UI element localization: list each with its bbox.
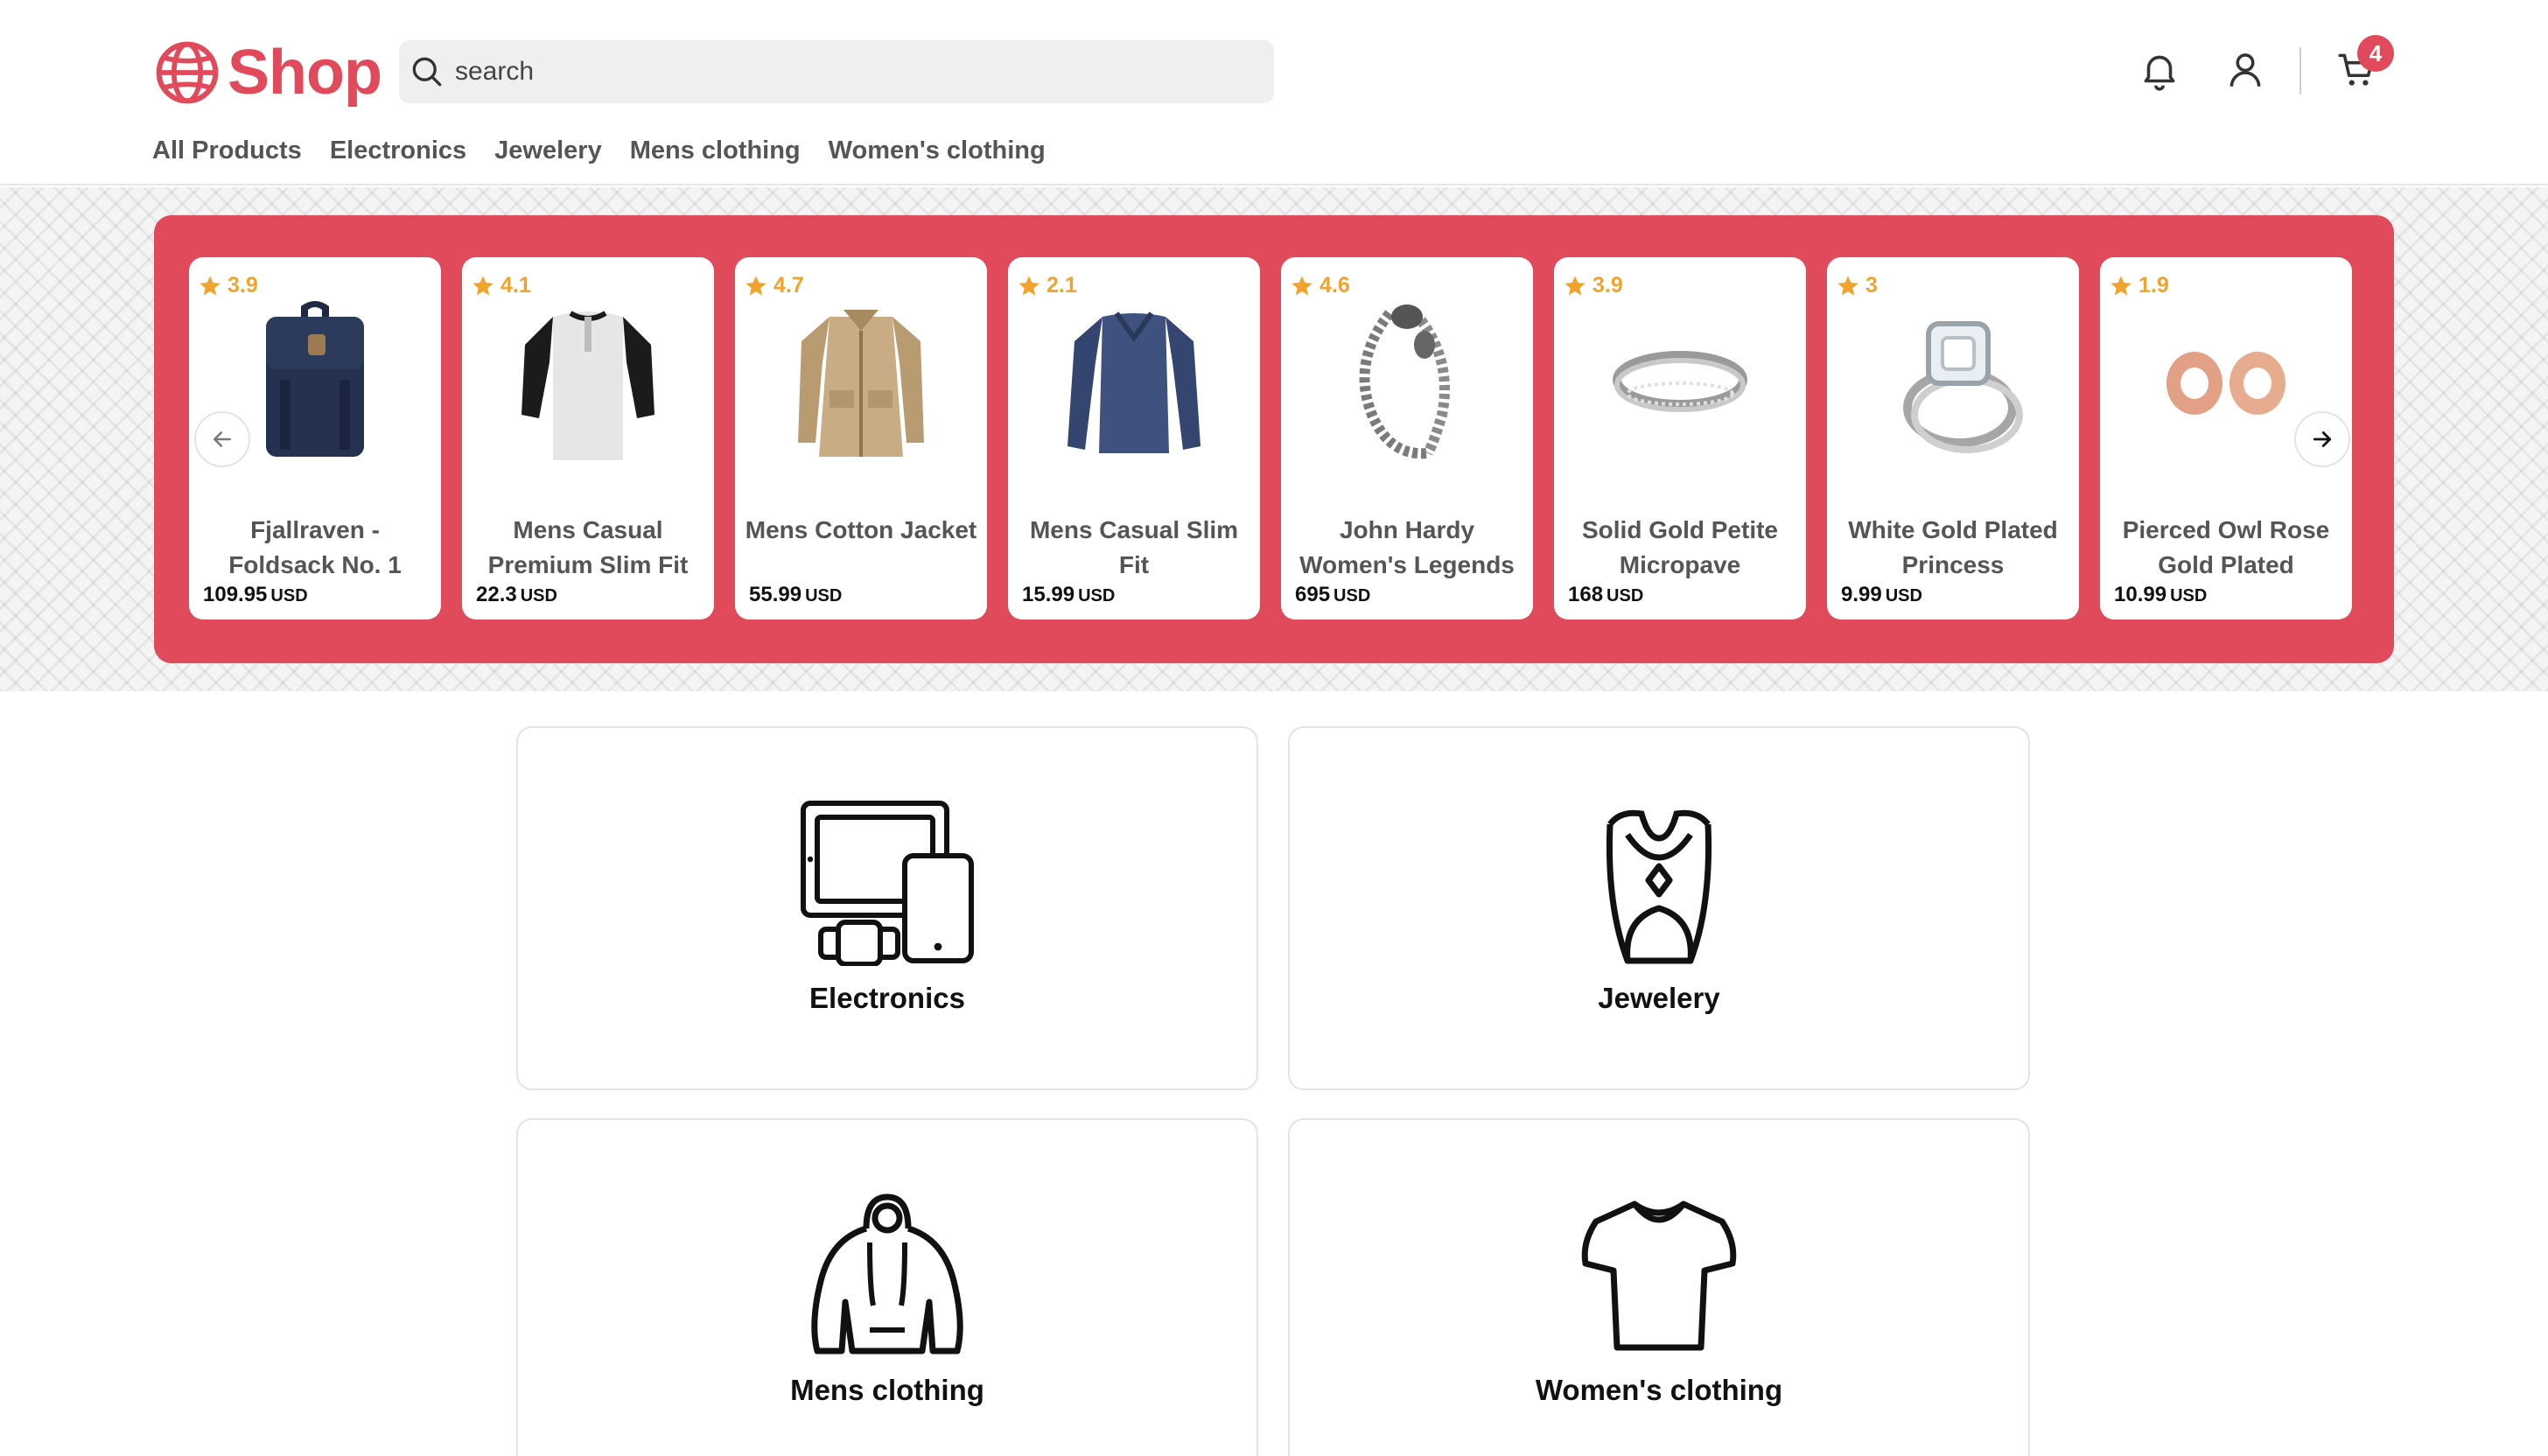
carousel-track: 3.9 Fjallraven - Foldsack No. 1 109.95 US… — [189, 257, 2352, 620]
price-currency: USD — [1885, 586, 1922, 606]
raglan-shirt-icon — [522, 311, 654, 460]
price-currency: USD — [1606, 586, 1644, 606]
product-image — [774, 292, 948, 467]
bell-icon — [2144, 55, 2175, 91]
carousel-next-button[interactable] — [2294, 411, 2350, 467]
price-amount: 9.99 — [1841, 583, 1882, 606]
price-currency: USD — [805, 586, 843, 606]
nav-mens-clothing[interactable]: Mens clothing — [630, 136, 801, 165]
price-currency: USD — [1334, 586, 1371, 606]
hoodie-icon — [800, 1190, 975, 1356]
nav-all-products[interactable]: All Products — [152, 136, 302, 165]
price-amount: 10.99 — [2114, 583, 2167, 606]
product-card[interactable]: 3.9 Solid Gold Petite Micropave 168 USD — [1554, 257, 1806, 620]
product-image — [2138, 292, 2314, 467]
nav-electronics[interactable]: Electronics — [330, 136, 466, 165]
product-card[interactable]: 4.6 John Hardy Women's Legends 695 USD — [1281, 257, 1533, 620]
star-icon — [1564, 275, 1586, 295]
cart-count-badge: 4 — [2357, 35, 2394, 72]
product-price: 22.3 USD — [476, 583, 557, 607]
product-name: Mens Cotton Jacket — [745, 516, 977, 543]
category-card-jewelery[interactable]: Jewelery — [1288, 726, 2030, 1090]
product-name: Mens Casual Slim Fit — [1029, 516, 1239, 578]
search-input[interactable] — [455, 57, 1225, 87]
star-icon — [472, 275, 494, 295]
arrow-right-icon — [2313, 431, 2332, 447]
nav-womens-clothing[interactable]: Women's clothing — [829, 136, 1046, 165]
category-card-womens-clothing[interactable]: Women's clothing — [1288, 1118, 2030, 1456]
account-button[interactable] — [2221, 46, 2270, 94]
product-price: 9.99 USD — [1841, 583, 1922, 607]
necklace-icon — [1572, 800, 1746, 966]
product-image — [228, 292, 402, 467]
category-label: Mens clothing — [790, 1374, 984, 1406]
star-icon — [1018, 275, 1040, 295]
product-price: 168 USD — [1568, 583, 1643, 607]
category-card-electronics[interactable]: Electronics — [516, 726, 1258, 1090]
diamond-ring-icon — [1903, 321, 2023, 453]
product-card[interactable]: 3 White Gold Plated Princess 9.99 USD — [1827, 257, 2079, 620]
star-icon — [2110, 275, 2132, 295]
star-icon — [746, 275, 766, 295]
jacket-icon — [798, 310, 924, 457]
star-icon — [200, 275, 220, 295]
product-name: Solid Gold Petite Micropave — [1581, 516, 1778, 578]
tshirt-icon — [1572, 1190, 1746, 1356]
category-label: Electronics — [809, 982, 965, 1014]
devices-icon — [800, 800, 975, 966]
header-divider — [2300, 47, 2301, 94]
price-currency: USD — [520, 586, 557, 606]
product-name: Fjallraven - Foldsack No. 1 — [228, 516, 402, 578]
longsleeve-shirt-icon — [1068, 312, 1200, 453]
product-name: John Hardy Women's Legends — [1299, 516, 1515, 578]
product-name: White Gold Plated Princess — [1848, 516, 2058, 578]
ring-band-icon — [1613, 351, 1747, 412]
ear-plugs-icon — [2166, 352, 2286, 415]
price-amount: 168 — [1568, 583, 1604, 606]
search-icon — [412, 57, 442, 87]
shop-logo[interactable]: Shop — [154, 35, 382, 110]
product-name: Pierced Owl Rose Gold Plated — [2122, 516, 2330, 578]
product-card[interactable]: 2.1 Mens Casual Slim Fit 15.99 USD — [1008, 257, 1260, 620]
search-bar — [399, 40, 1274, 103]
price-amount: 109.95 — [203, 583, 268, 606]
product-price: 15.99 USD — [1022, 583, 1115, 607]
product-price: 10.99 USD — [2114, 583, 2207, 607]
user-icon — [2230, 53, 2261, 87]
notifications-button[interactable] — [2135, 46, 2184, 94]
category-nav: All Products Electronics Jewelery Mens c… — [152, 136, 1046, 165]
price-amount: 695 — [1295, 583, 1331, 606]
price-amount: 15.99 — [1022, 583, 1075, 606]
product-image — [1320, 292, 1494, 467]
product-price: 109.95 USD — [203, 583, 308, 607]
price-currency: USD — [270, 586, 308, 606]
product-name: Mens Casual Premium Slim Fit — [487, 516, 689, 578]
carousel-prev-button[interactable] — [194, 411, 250, 467]
product-card[interactable]: 4.1 Mens Casual Premium Slim Fit 22.3 USD — [462, 257, 714, 620]
product-carousel: 3.9 Fjallraven - Foldsack No. 1 109.95 US… — [154, 215, 2394, 663]
product-image — [1592, 292, 1768, 467]
category-card-mens-clothing[interactable]: Mens clothing — [516, 1118, 1258, 1456]
price-currency: USD — [2170, 586, 2208, 606]
site-header: Shop 4 All Products Electronics Jewelery — [0, 0, 2548, 186]
product-image — [1046, 292, 1222, 467]
arrow-left-icon — [214, 431, 231, 447]
star-icon — [1838, 275, 1858, 295]
brand-name: Shop — [228, 38, 382, 108]
globe-icon — [156, 41, 219, 104]
price-currency: USD — [1078, 586, 1116, 606]
product-image — [1866, 292, 2040, 467]
nav-jewelery[interactable]: Jewelery — [494, 136, 602, 165]
price-amount: 22.3 — [476, 583, 517, 606]
price-amount: 55.99 — [749, 583, 802, 606]
category-label: Women's clothing — [1535, 1374, 1783, 1406]
star-icon — [1292, 275, 1312, 295]
product-image — [500, 292, 676, 467]
product-price: 55.99 USD — [749, 583, 842, 607]
product-card[interactable]: 4.7 Mens Cotton Jacket 55.99 USD — [735, 257, 987, 620]
category-label: Jewelery — [1598, 982, 1720, 1014]
backpack-icon — [266, 301, 364, 457]
bracelet-icon — [1359, 304, 1450, 459]
product-price: 695 USD — [1295, 583, 1370, 607]
